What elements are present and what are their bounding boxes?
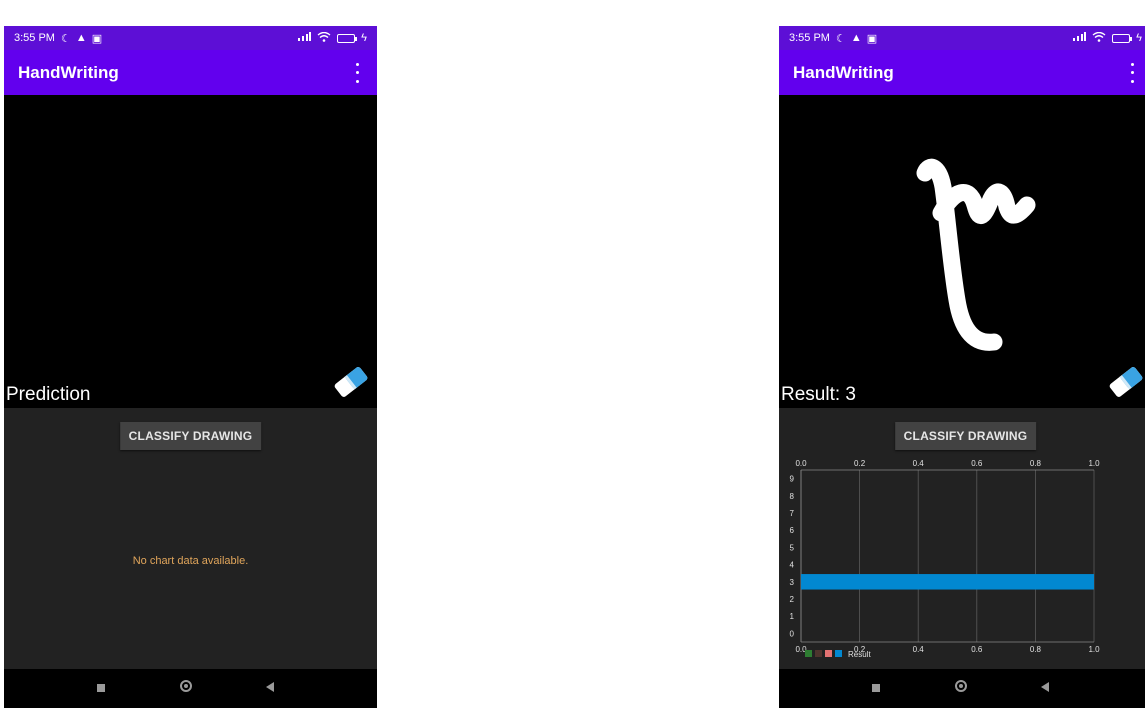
tick-label-top: 1.0 xyxy=(1088,459,1100,468)
legend-swatch xyxy=(805,650,812,657)
charging-icon: ϟ xyxy=(1136,32,1142,44)
prediction-label: Prediction xyxy=(6,384,91,405)
status-time: 3:55 PM xyxy=(14,32,55,44)
category-label: 4 xyxy=(790,561,795,570)
app-title: HandWriting xyxy=(18,62,119,82)
more-vert-icon[interactable] xyxy=(351,62,363,83)
tick-label-bottom: 0.6 xyxy=(971,645,983,654)
category-label: 6 xyxy=(790,526,795,535)
more-vert-icon[interactable] xyxy=(1126,62,1138,83)
tick-label-top: 0.6 xyxy=(971,459,983,468)
classify-drawing-button[interactable]: CLASSIFY DRAWING xyxy=(119,422,262,450)
legend-label: Result xyxy=(848,650,871,659)
legend-swatch xyxy=(815,650,822,657)
no-chart-data-message: No chart data available. xyxy=(132,555,249,567)
wifi-icon xyxy=(1092,31,1106,45)
moon-icon: ☾ xyxy=(835,32,846,45)
result-panel: CLASSIFY DRAWING No chart data available… xyxy=(4,408,377,669)
warning-icon: ▲ xyxy=(75,32,87,44)
legend-swatch xyxy=(835,650,842,657)
result-label: Result: 3 xyxy=(781,384,856,405)
navigation-bar xyxy=(4,669,377,708)
battery-icon xyxy=(1112,33,1133,43)
recents-square-icon[interactable] xyxy=(872,684,880,692)
status-bar: 3:55 PM ☾ ▲ ▣ ϟ xyxy=(779,26,1145,50)
tick-label-top: 0.4 xyxy=(913,459,925,468)
camera-icon: ▣ xyxy=(91,32,103,45)
drawing-canvas[interactable]: Prediction xyxy=(4,95,377,408)
tick-label-bottom: 0.4 xyxy=(913,645,925,654)
signal-icon xyxy=(297,32,312,44)
phone-screen-empty: 3:55 PM ☾ ▲ ▣ ϟ HandWriting Prediction C… xyxy=(4,26,377,708)
bar-3 xyxy=(801,574,1094,590)
tick-label-top: 0.8 xyxy=(1030,459,1042,468)
probability-bar-chart: 0.00.00.20.20.40.40.60.60.80.81.01.00123… xyxy=(790,459,1101,659)
category-label: 1 xyxy=(790,612,795,621)
legend-swatch xyxy=(825,650,832,657)
category-label: 3 xyxy=(790,578,795,587)
home-circle-icon[interactable] xyxy=(180,680,192,692)
tick-label-top: 0.0 xyxy=(795,459,807,468)
back-triangle-icon[interactable] xyxy=(1041,682,1049,692)
phone-screen-result: 3:55 PM ☾ ▲ ▣ ϟ HandWriting Result: 3 CL… xyxy=(779,26,1145,708)
back-triangle-icon[interactable] xyxy=(266,682,274,692)
tick-label-bottom: 0.8 xyxy=(1030,645,1042,654)
recents-square-icon[interactable] xyxy=(97,684,105,692)
category-label: 2 xyxy=(790,595,795,604)
charging-icon: ϟ xyxy=(361,32,367,44)
category-label: 0 xyxy=(790,629,795,638)
app-bar: HandWriting xyxy=(4,50,377,95)
category-label: 8 xyxy=(790,492,795,501)
status-time: 3:55 PM xyxy=(789,32,830,44)
eraser-icon[interactable] xyxy=(1106,365,1145,404)
moon-icon: ☾ xyxy=(60,32,71,45)
category-label: 9 xyxy=(790,475,795,484)
signal-icon xyxy=(1072,32,1087,44)
camera-icon: ▣ xyxy=(866,32,878,45)
tick-label-bottom: 1.0 xyxy=(1088,645,1100,654)
home-circle-icon[interactable] xyxy=(955,680,967,692)
eraser-icon[interactable] xyxy=(331,365,371,404)
navigation-bar xyxy=(779,669,1145,708)
category-label: 5 xyxy=(790,543,795,552)
status-bar: 3:55 PM ☾ ▲ ▣ ϟ xyxy=(4,26,377,50)
drawing-canvas[interactable]: Result: 3 xyxy=(779,95,1145,408)
category-label: 7 xyxy=(790,509,795,518)
app-bar: HandWriting xyxy=(779,50,1145,95)
warning-icon: ▲ xyxy=(850,32,862,44)
wifi-icon xyxy=(317,31,331,45)
classify-drawing-button[interactable]: CLASSIFY DRAWING xyxy=(894,422,1037,450)
app-title: HandWriting xyxy=(793,62,894,82)
handwritten-stroke xyxy=(916,159,1036,351)
result-panel: CLASSIFY DRAWING 0.0 0.0 0.2 0.2 0.4 0.4 0.6 0.… xyxy=(779,408,1145,669)
battery-icon xyxy=(337,33,358,43)
tick-label-top: 0.2 xyxy=(854,459,866,468)
